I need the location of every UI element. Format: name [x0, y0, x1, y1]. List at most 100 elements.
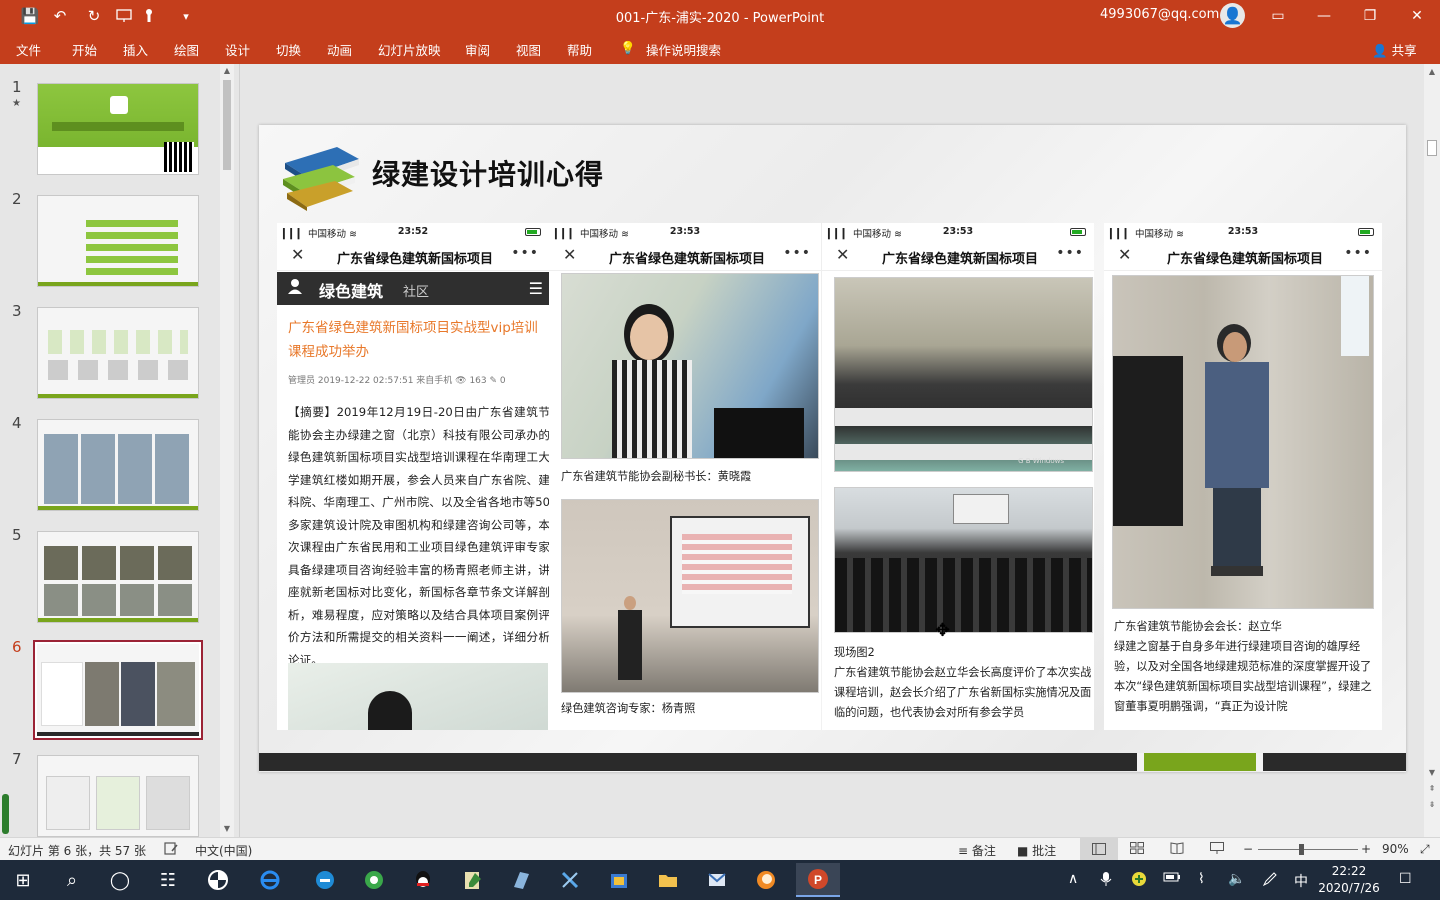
normal-view-button[interactable]: [1080, 838, 1118, 860]
show-hidden-icons-chevron[interactable]: ∧: [1068, 871, 1078, 887]
language-indicator[interactable]: 中文(中国): [195, 842, 252, 859]
phone-screenshot-4[interactable]: ▎▎▎ 中国移动 ≋ 23:53 ✕ 广东省绿色建筑新国标项目 ••• 广东省建…: [1104, 223, 1382, 730]
slide-thumbnail-6[interactable]: [33, 640, 203, 740]
ie-browser-icon[interactable]: [255, 866, 285, 894]
search-icon[interactable]: ⌕: [57, 866, 87, 894]
tools-icon[interactable]: [555, 866, 585, 894]
blue-app-icon[interactable]: [506, 866, 536, 894]
slide-title[interactable]: 绿建设计培训心得: [372, 153, 604, 193]
file-explorer-icon[interactable]: [653, 866, 683, 894]
phone-nav-bar: ✕ 广东省绿色建筑新国标项目 •••: [277, 241, 549, 271]
qq-icon[interactable]: [408, 866, 438, 894]
close-icon: ✕: [291, 245, 305, 264]
powerpoint-icon[interactable]: P: [796, 863, 840, 897]
slide-thumbnail-5[interactable]: [37, 531, 199, 623]
notes-label: 备注: [971, 844, 996, 858]
tab-transitions[interactable]: 切换: [276, 40, 301, 59]
notes-icon: ≡: [958, 844, 969, 858]
previous-slide-icon[interactable]: ⇞: [1424, 784, 1440, 793]
ribbon-display-options-icon[interactable]: ▭: [1255, 0, 1301, 32]
spellcheck-icon[interactable]: [164, 842, 178, 858]
tab-animations[interactable]: 动画: [327, 40, 352, 59]
next-slide-icon[interactable]: ⇟: [1424, 800, 1440, 809]
account-email[interactable]: 4993067@qq.com: [1100, 7, 1219, 22]
thumbnail-scrollbar[interactable]: ▲ ▼: [220, 64, 234, 837]
edge-browser-icon[interactable]: [310, 866, 340, 894]
scroll-up-icon[interactable]: ▲: [1424, 67, 1440, 76]
wifi-icon[interactable]: ⌇: [1198, 871, 1205, 887]
spreadsheet-app-icon[interactable]: [604, 866, 634, 894]
close-button[interactable]: ✕: [1394, 0, 1440, 32]
tab-design[interactable]: 设计: [225, 40, 250, 59]
notes-button[interactable]: ≡ 备注: [958, 842, 996, 859]
tell-me-search[interactable]: 操作说明搜索: [646, 40, 721, 59]
comments-button[interactable]: ■ 批注: [1017, 842, 1056, 859]
tab-file[interactable]: 文件: [16, 40, 41, 59]
photo-caption: 现场图2: [834, 646, 875, 659]
slide-canvas[interactable]: 绿建设计培训心得 ▎▎▎ 中国移动 ≋ 23:52 ✕ 广东省绿色建筑新国标项目…: [259, 125, 1406, 772]
task-view-icon[interactable]: ☷: [153, 866, 183, 894]
avatar[interactable]: 👤: [1220, 3, 1245, 28]
share-button[interactable]: 👤 共享: [1372, 40, 1417, 59]
scroll-down-icon[interactable]: ▼: [220, 824, 234, 833]
zoom-slider[interactable]: [1258, 849, 1358, 850]
svg-text:P: P: [814, 873, 822, 887]
tab-slideshow[interactable]: 幻灯片放映: [378, 40, 441, 59]
comments-icon: ■: [1017, 844, 1029, 858]
share-label: 共享: [1391, 43, 1417, 58]
editor-scrollbar[interactable]: ▲ ▼ ⇞ ⇟: [1424, 64, 1440, 837]
scrollbar-thumb[interactable]: [223, 80, 231, 170]
scroll-up-icon[interactable]: ▲: [220, 66, 234, 75]
zoom-level[interactable]: 90%: [1382, 842, 1409, 856]
slide-thumbnail-4[interactable]: [37, 419, 199, 511]
slide-sorter-view-icon[interactable]: [1130, 842, 1144, 857]
tab-view[interactable]: 视图: [516, 40, 541, 59]
phone-time: 23:53: [1227, 226, 1259, 237]
microphone-icon[interactable]: [1100, 871, 1112, 891]
tab-help[interactable]: 帮助: [567, 40, 592, 59]
tab-home[interactable]: 开始: [72, 40, 97, 59]
scroll-down-icon[interactable]: ▼: [1424, 768, 1440, 777]
minimize-button[interactable]: —: [1301, 0, 1347, 32]
tab-draw[interactable]: 绘图: [174, 40, 199, 59]
restore-button[interactable]: ❐: [1347, 0, 1393, 32]
footer-accent-block: [1144, 753, 1256, 771]
phone-screenshot-2[interactable]: ▎▎▎ 中国移动 ≋ 23:53 ✕ 广东省绿色建筑新国标项目 ••• 广东省建…: [549, 223, 821, 730]
pinwheel-app-icon[interactable]: [203, 866, 233, 894]
thumbnail-number: 5: [12, 526, 22, 544]
slide-thumbnail-7[interactable]: [37, 755, 199, 837]
phone-screenshot-1[interactable]: ▎▎▎ 中国移动 ≋ 23:52 ✕ 广东省绿色建筑新国标项目 ••• 绿色建筑…: [277, 223, 549, 730]
phone-screenshot-3[interactable]: ▎▎▎ 中国移动 ≋ 23:53 ✕ 广东省绿色建筑新国标项目 ••• G B …: [822, 223, 1094, 730]
system-clock[interactable]: 22:22 2020/7/26: [1318, 863, 1380, 897]
input-method-indicator[interactable]: 中: [1294, 871, 1308, 891]
pen-icon[interactable]: [1262, 871, 1278, 891]
volume-icon[interactable]: 🔈: [1228, 871, 1245, 887]
slideshow-view-icon[interactable]: [1210, 842, 1224, 857]
green-browser-icon[interactable]: [359, 866, 389, 894]
windows-start-icon[interactable]: ⊞: [8, 866, 38, 894]
slide-thumbnail-3[interactable]: [37, 307, 199, 399]
slide-counter[interactable]: 幻灯片 第 6 张，共 57 张: [8, 842, 146, 859]
photo-caption: 广东省建筑节能协会副秘书长：黄晓霞: [561, 470, 752, 483]
article-title: 广东省绿色建筑新国标项目实战型vip培训课程成功举办: [288, 320, 538, 360]
notepad-icon[interactable]: [457, 866, 487, 894]
slide-thumbnail-2[interactable]: [37, 195, 199, 287]
zoom-in-button[interactable]: +: [1361, 842, 1371, 856]
reading-view-icon[interactable]: [1170, 842, 1184, 857]
mail-icon[interactable]: [702, 866, 732, 894]
notification-center-icon[interactable]: ☐: [1399, 871, 1412, 887]
cortana-icon[interactable]: ◯: [105, 866, 135, 894]
zoom-out-button[interactable]: −: [1243, 842, 1253, 856]
tab-insert[interactable]: 插入: [123, 40, 148, 59]
zoom-slider-thumb[interactable]: [1299, 844, 1304, 855]
presenter-photo: [1112, 275, 1374, 609]
scrollbar-thumb[interactable]: [1427, 140, 1437, 156]
battery-tray-icon[interactable]: [1163, 871, 1181, 887]
phone-status-bar: ▎▎▎ 中国移动 ≋ 23:53: [822, 223, 1094, 241]
slide-thumbnail-1[interactable]: [37, 83, 199, 175]
phone-time: 23:53: [669, 226, 701, 237]
security-shield-icon[interactable]: [1131, 871, 1147, 891]
fit-to-window-icon[interactable]: ⤢: [1420, 842, 1430, 857]
firefox-icon[interactable]: [751, 866, 781, 894]
tab-review[interactable]: 审阅: [465, 40, 490, 59]
